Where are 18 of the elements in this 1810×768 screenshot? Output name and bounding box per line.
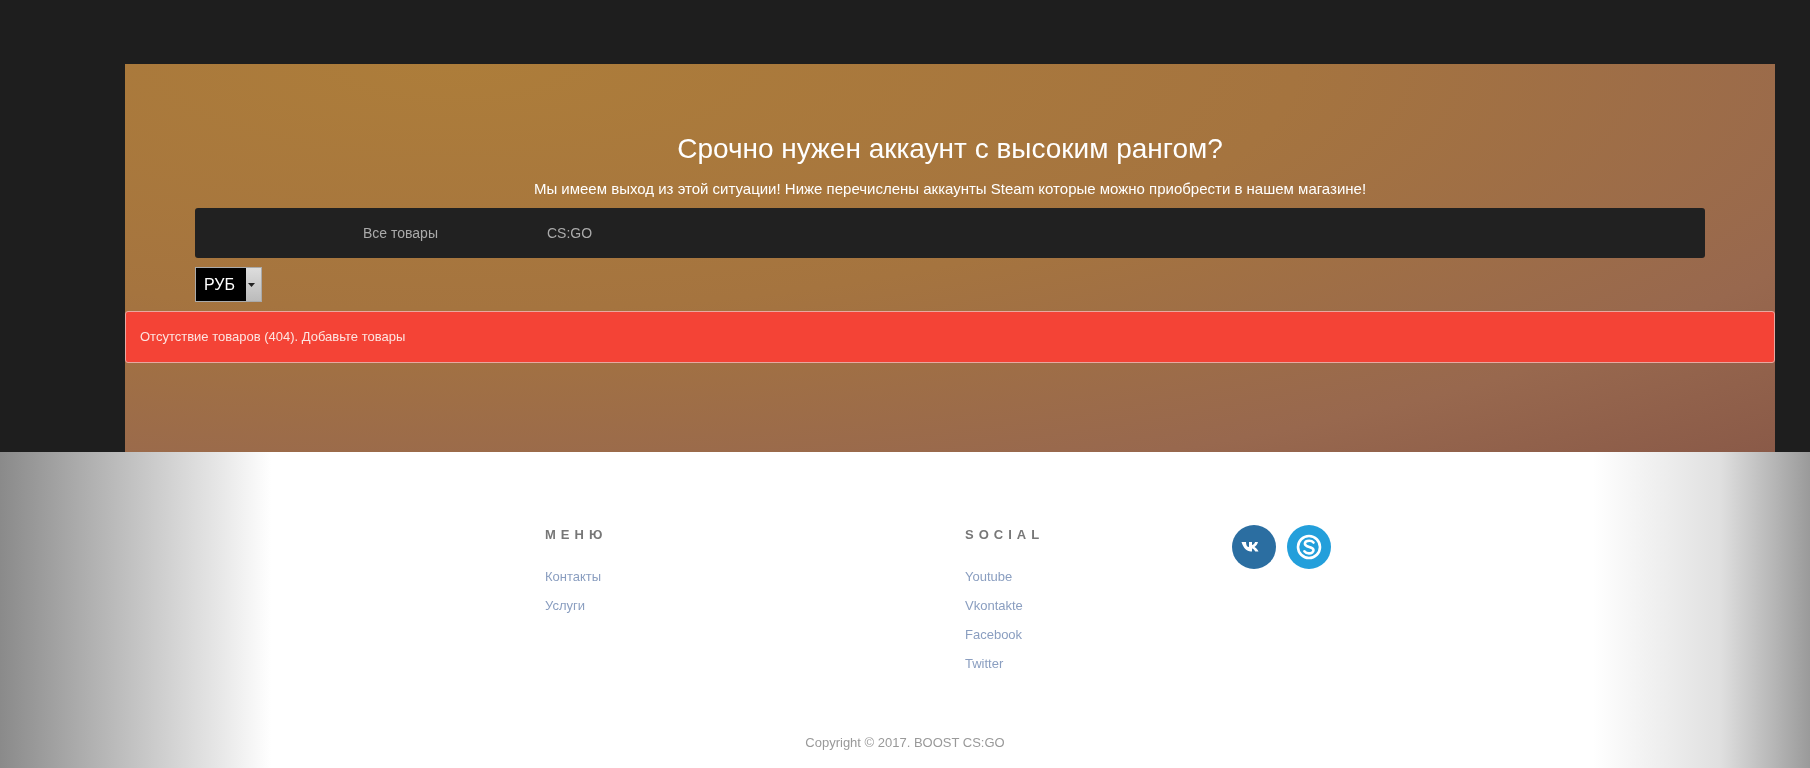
nav-link[interactable]: CS:GO [547, 222, 593, 244]
footer-link[interactable]: Facebook [965, 626, 1232, 643]
footer-link[interactable]: Vkontakte [965, 597, 1232, 614]
hero-title: Срочно нужен аккаунт с высоким рангом? [676, 132, 1224, 166]
vk-icon[interactable] [1232, 525, 1276, 569]
footer-link[interactable]: Twitter [965, 655, 1232, 672]
footer-heading: МЕНЮ [545, 526, 609, 544]
footer-heading: SOCIAL [965, 526, 1046, 544]
currency-select[interactable]: РУБ [195, 267, 262, 303]
hero-subtitle: Мы имеем выход из этой ситуации! Ниже перечислены аккаунты Steam которые можно приобрести в нашем магазине! [532, 178, 1368, 199]
alert-text: Отсутствие товаров (404). Добавьте товары [140, 328, 406, 347]
footer-link[interactable]: Контакты [545, 568, 965, 585]
footer-link[interactable]: Youtube [965, 568, 1232, 585]
skype-icon[interactable] [1287, 525, 1331, 569]
nav-link[interactable]: Все товары [363, 222, 438, 244]
footer-link[interactable]: Услуги [545, 597, 965, 614]
copyright: Copyright © 2017. BOOST CS:GO [804, 733, 1006, 752]
caret-icon [248, 282, 255, 287]
